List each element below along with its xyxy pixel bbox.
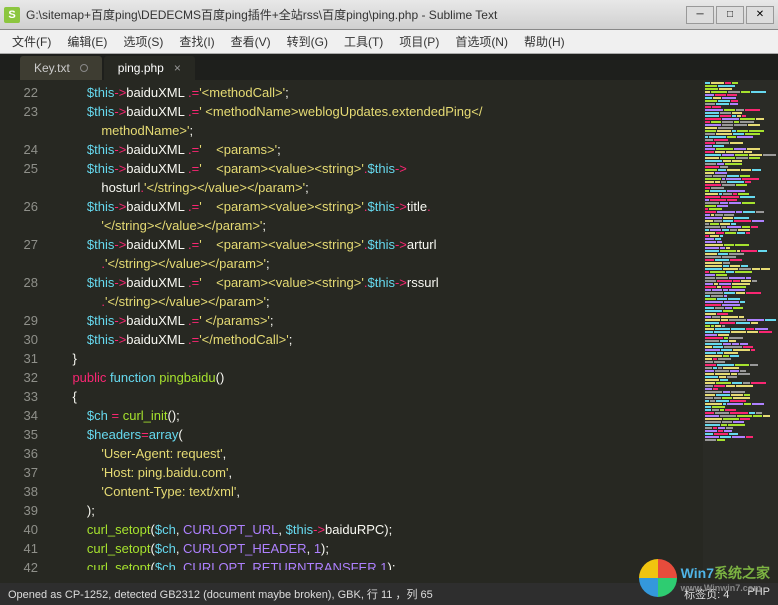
minimap[interactable]: [703, 80, 778, 570]
file-tab[interactable]: ping.php ×: [104, 56, 195, 80]
watermark-text1: Win7: [681, 565, 714, 581]
tab-bar: Key.txt ping.php ×: [0, 54, 778, 80]
close-button[interactable]: ✕: [746, 6, 774, 24]
menu-bar: 文件(F)编辑(E)选项(S)查找(I)查看(V)转到(G)工具(T)项目(P)…: [0, 30, 778, 54]
menu-item[interactable]: 转到(G): [279, 31, 336, 52]
editor-area: 2223242526272829303132333435363738394041…: [0, 80, 778, 570]
window-controls: ─ □ ✕: [686, 6, 774, 24]
window-titlebar: S G:\sitemap+百度ping\DEDECMS百度ping插件+全站rs…: [0, 0, 778, 30]
app-icon: S: [4, 7, 20, 23]
windows-icon: [639, 559, 677, 597]
maximize-button[interactable]: □: [716, 6, 744, 24]
menu-item[interactable]: 帮助(H): [516, 31, 573, 52]
menu-item[interactable]: 项目(P): [391, 31, 447, 52]
watermark-logo: Win7系统之家 www.Winwin7.com: [639, 559, 770, 597]
line-gutter[interactable]: 2223242526272829303132333435363738394041…: [0, 80, 50, 570]
window-title: G:\sitemap+百度ping\DEDECMS百度ping插件+全站rss\…: [26, 6, 686, 23]
file-tab[interactable]: Key.txt: [20, 56, 102, 80]
watermark-url: www.Winwin7.com: [681, 583, 770, 593]
menu-item[interactable]: 首选项(N): [447, 31, 516, 52]
menu-item[interactable]: 工具(T): [336, 31, 391, 52]
status-left: Opened as CP-1252, detected GB2312 (docu…: [8, 586, 684, 602]
menu-item[interactable]: 查看(V): [223, 31, 279, 52]
minimize-button[interactable]: ─: [686, 6, 714, 24]
menu-item[interactable]: 文件(F): [4, 31, 59, 52]
tab-label: ping.php: [118, 61, 164, 75]
code-content[interactable]: $this->baiduXML .='<methodCall>'; $this-…: [50, 80, 703, 570]
tab-label: Key.txt: [34, 61, 70, 75]
dirty-indicator-icon[interactable]: [80, 64, 88, 72]
menu-item[interactable]: 选项(S): [115, 31, 171, 52]
menu-item[interactable]: 编辑(E): [59, 31, 115, 52]
watermark-text2: 系统之家: [714, 565, 770, 581]
menu-item[interactable]: 查找(I): [171, 31, 222, 52]
tab-close-icon[interactable]: ×: [174, 61, 181, 75]
